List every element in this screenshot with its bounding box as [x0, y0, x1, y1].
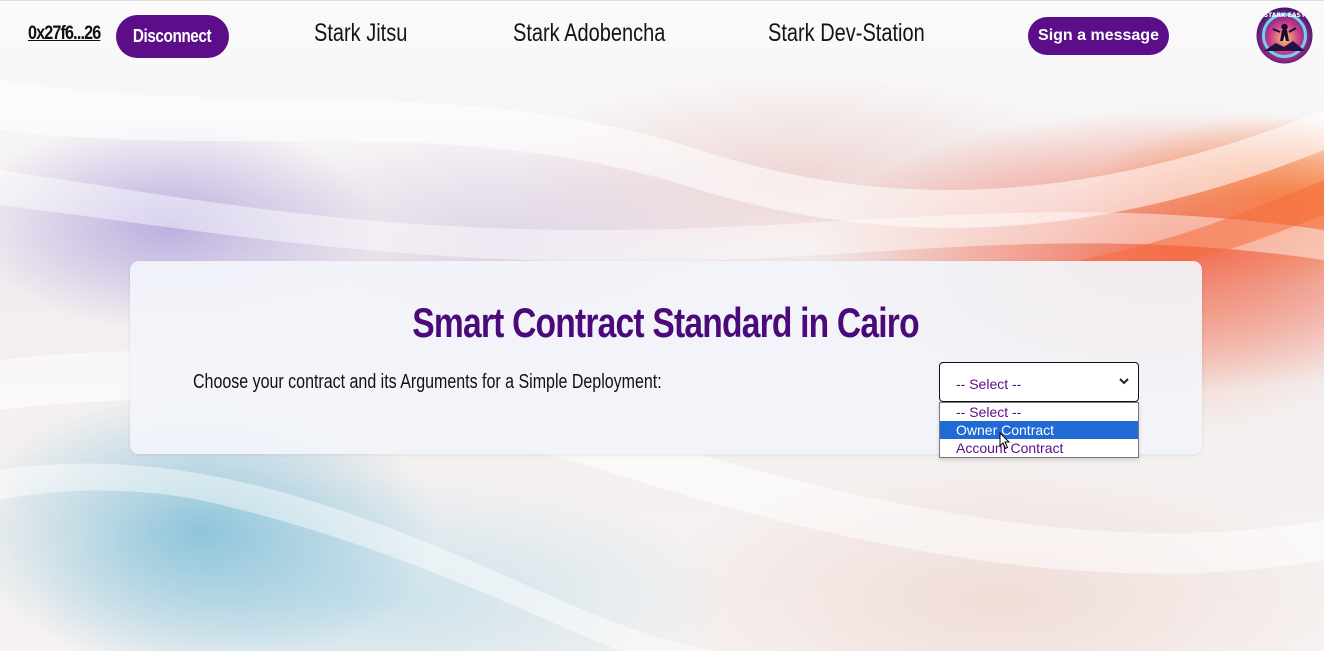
- nav-link-stark-dev-station[interactable]: Stark Dev-Station: [768, 19, 925, 48]
- contract-select[interactable]: -- Select --: [939, 362, 1139, 402]
- mouse-cursor-icon: [999, 432, 1011, 450]
- contract-select-dropdown: -- Select -- Owner Contract Account Cont…: [939, 402, 1139, 458]
- nav-link-stark-adobencha[interactable]: Stark Adobencha: [513, 19, 665, 48]
- stark-easy-logo[interactable]: STARK EASY: [1256, 7, 1313, 64]
- nav-link-stark-jitsu[interactable]: Stark Jitsu: [314, 19, 407, 48]
- disconnect-button[interactable]: Disconnect: [116, 15, 229, 58]
- option-account-contract[interactable]: Account Contract: [940, 439, 1138, 457]
- top-navigation-bar: 0x27f6...26 Disconnect Stark Jitsu Stark…: [0, 0, 1324, 68]
- contract-select-value: -- Select --: [956, 376, 1022, 392]
- sign-message-button[interactable]: Sign a message: [1028, 17, 1169, 55]
- svg-text:STARK EASY: STARK EASY: [1264, 12, 1306, 19]
- disconnect-button-label: Disconnect: [133, 26, 212, 46]
- option-select-placeholder[interactable]: -- Select --: [940, 403, 1138, 421]
- wallet-address-link[interactable]: 0x27f6...26: [28, 23, 101, 45]
- option-owner-contract[interactable]: Owner Contract: [940, 421, 1138, 439]
- chevron-down-icon: [1119, 378, 1129, 385]
- page-title: Smart Contract Standard in Cairo: [130, 299, 1202, 347]
- page-title-text: Smart Contract Standard in Cairo: [412, 299, 920, 346]
- contract-choice-label: Choose your contract and its Arguments f…: [193, 371, 662, 393]
